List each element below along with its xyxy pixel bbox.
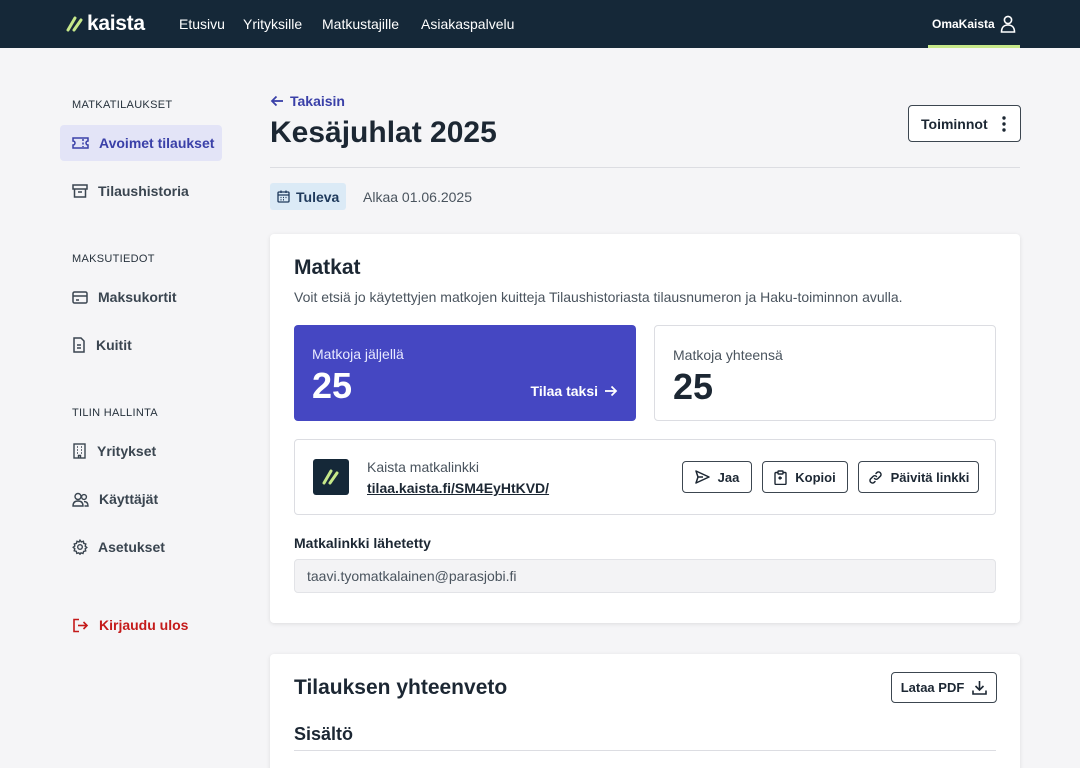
nav-link-yrityksille[interactable]: Yrityksille <box>243 16 302 32</box>
download-pdf-button[interactable]: Lataa PDF <box>891 672 997 703</box>
archive-icon <box>72 184 88 198</box>
user-icon <box>1000 15 1016 33</box>
sidebar-item-maksukortit[interactable]: Maksukortit <box>60 279 222 315</box>
actions-button-label: Toiminnot <box>921 115 988 132</box>
status-badge-label: Tuleva <box>296 188 340 205</box>
nav-link-asiakaspalvelu[interactable]: Asiakaspalvelu <box>421 16 514 32</box>
building-icon <box>73 443 86 459</box>
sidebar-heading-maksutiedot: MAKSUTIEDOT <box>72 253 155 265</box>
back-link-label: Takaisin <box>290 93 345 109</box>
page-title: Kesäjuhlat 2025 <box>270 116 497 149</box>
share-button-label: Jaa <box>717 469 740 485</box>
sidebar-item-avoimet-tilaukset[interactable]: Avoimet tilaukset <box>60 125 222 161</box>
sidebar-item-label: Käyttäjät <box>99 491 159 507</box>
download-icon <box>972 681 988 695</box>
logout-label: Kirjaudu ulos <box>99 617 189 633</box>
trip-link-url[interactable]: tilaa.kaista.fi/SM4EyHtKVD/ <box>367 480 549 496</box>
sidebar-item-label: Asetukset <box>98 539 165 555</box>
order-taxi-link[interactable]: Tilaa taksi <box>531 383 618 399</box>
share-button[interactable]: Jaa <box>682 461 752 493</box>
back-link[interactable]: Takaisin <box>270 93 345 109</box>
clipboard-icon <box>774 469 787 485</box>
sidebar-item-kuitit[interactable]: Kuitit <box>60 327 222 363</box>
sidebar-item-kayttajat[interactable]: Käyttäjät <box>60 481 222 517</box>
trips-remaining-card: Matkoja jäljellä 25 Tilaa taksi <box>294 325 636 421</box>
trip-link-box: Kaista matkalinkki tilaa.kaista.fi/SM4Ey… <box>294 439 996 515</box>
send-icon <box>694 470 710 484</box>
refresh-link-button[interactable]: Päivitä linkki <box>858 461 979 493</box>
sidebar-item-tilaushistoria[interactable]: Tilaushistoria <box>60 173 222 209</box>
trips-remaining-value: 25 <box>312 365 353 406</box>
refresh-link-button-label: Päivitä linkki <box>890 469 970 485</box>
nav-link-matkustajille[interactable]: Matkustajille <box>322 16 399 32</box>
account-menu[interactable]: OmaKaista <box>928 0 1020 48</box>
kaista-logo[interactable]: kaista <box>66 12 145 36</box>
arrow-right-icon <box>605 385 618 397</box>
calendar-icon <box>277 190 290 203</box>
status-badge: Tuleva <box>270 183 347 210</box>
kaista-logo-icon <box>66 16 83 32</box>
link-sent-email-field: taavi.tyomatkalainen@parasjobi.fi <box>294 559 996 593</box>
trips-total-label: Matkoja yhteensä <box>673 347 783 363</box>
content-heading: Sisältö <box>294 724 354 744</box>
more-vertical-icon <box>1002 116 1006 132</box>
gear-icon <box>72 539 88 555</box>
link-icon <box>868 470 882 484</box>
actions-button[interactable]: Toiminnot <box>908 105 1021 142</box>
nav-link-etusivu[interactable]: Etusivu <box>179 16 225 32</box>
header-divider <box>270 167 1020 168</box>
start-date: Alkaa 01.06.2025 <box>363 189 472 205</box>
trips-title: Matkat <box>294 256 361 279</box>
trips-description: Voit etsiä jo käytettyjen matkojen kuitt… <box>294 289 903 305</box>
sidebar-item-label: Kuitit <box>96 337 132 353</box>
trip-link-label: Kaista matkalinkki <box>367 459 480 475</box>
sidebar-item-label: Tilaushistoria <box>98 183 189 199</box>
trips-remaining-label: Matkoja jäljellä <box>312 346 404 362</box>
logo-text: kaista <box>87 12 145 35</box>
receipt-icon <box>73 337 85 353</box>
logout-button[interactable]: Kirjaudu ulos <box>60 607 222 643</box>
arrow-left-icon <box>270 95 283 107</box>
sidebar-heading-tilin-hallinta: TILIN HALLINTA <box>72 407 158 419</box>
trips-total-card: Matkoja yhteensä 25 <box>654 325 996 421</box>
order-summary-card: Tilauksen yhteenveto Lataa PDF Sisältö <box>270 654 1020 768</box>
download-pdf-label: Lataa PDF <box>900 680 965 695</box>
copy-button[interactable]: Kopioi <box>762 461 848 493</box>
content-divider <box>294 750 996 751</box>
copy-button-label: Kopioi <box>795 469 836 485</box>
logout-icon <box>73 618 89 632</box>
order-taxi-label: Tilaa taksi <box>530 383 598 399</box>
sidebar-item-label: Yritykset <box>97 443 157 459</box>
sidebar-item-asetukset[interactable]: Asetukset <box>60 529 222 565</box>
link-sent-email-value: taavi.tyomatkalainen@parasjobi.fi <box>307 568 517 584</box>
order-summary-title: Tilauksen yhteenveto <box>294 676 508 699</box>
credit-card-icon <box>72 290 88 304</box>
sidebar-item-label: Maksukortit <box>98 289 177 305</box>
link-sent-label: Matkalinkki lähetetty <box>294 535 431 551</box>
trips-total-value: 25 <box>673 366 714 407</box>
kaista-app-icon <box>313 459 349 495</box>
sidebar-heading-matkatilaukset: MATKATILAUKSET <box>72 99 173 111</box>
trips-card: Matkat Voit etsiä jo käytettyjen matkoje… <box>270 234 1020 623</box>
users-icon <box>72 492 89 507</box>
top-navigation: kaista Etusivu Yrityksille Matkustajille… <box>0 0 1080 48</box>
sidebar-item-yritykset[interactable]: Yritykset <box>60 433 222 469</box>
account-label: OmaKaista <box>932 17 995 31</box>
ticket-icon <box>72 137 89 149</box>
sidebar-item-label: Avoimet tilaukset <box>99 135 215 151</box>
